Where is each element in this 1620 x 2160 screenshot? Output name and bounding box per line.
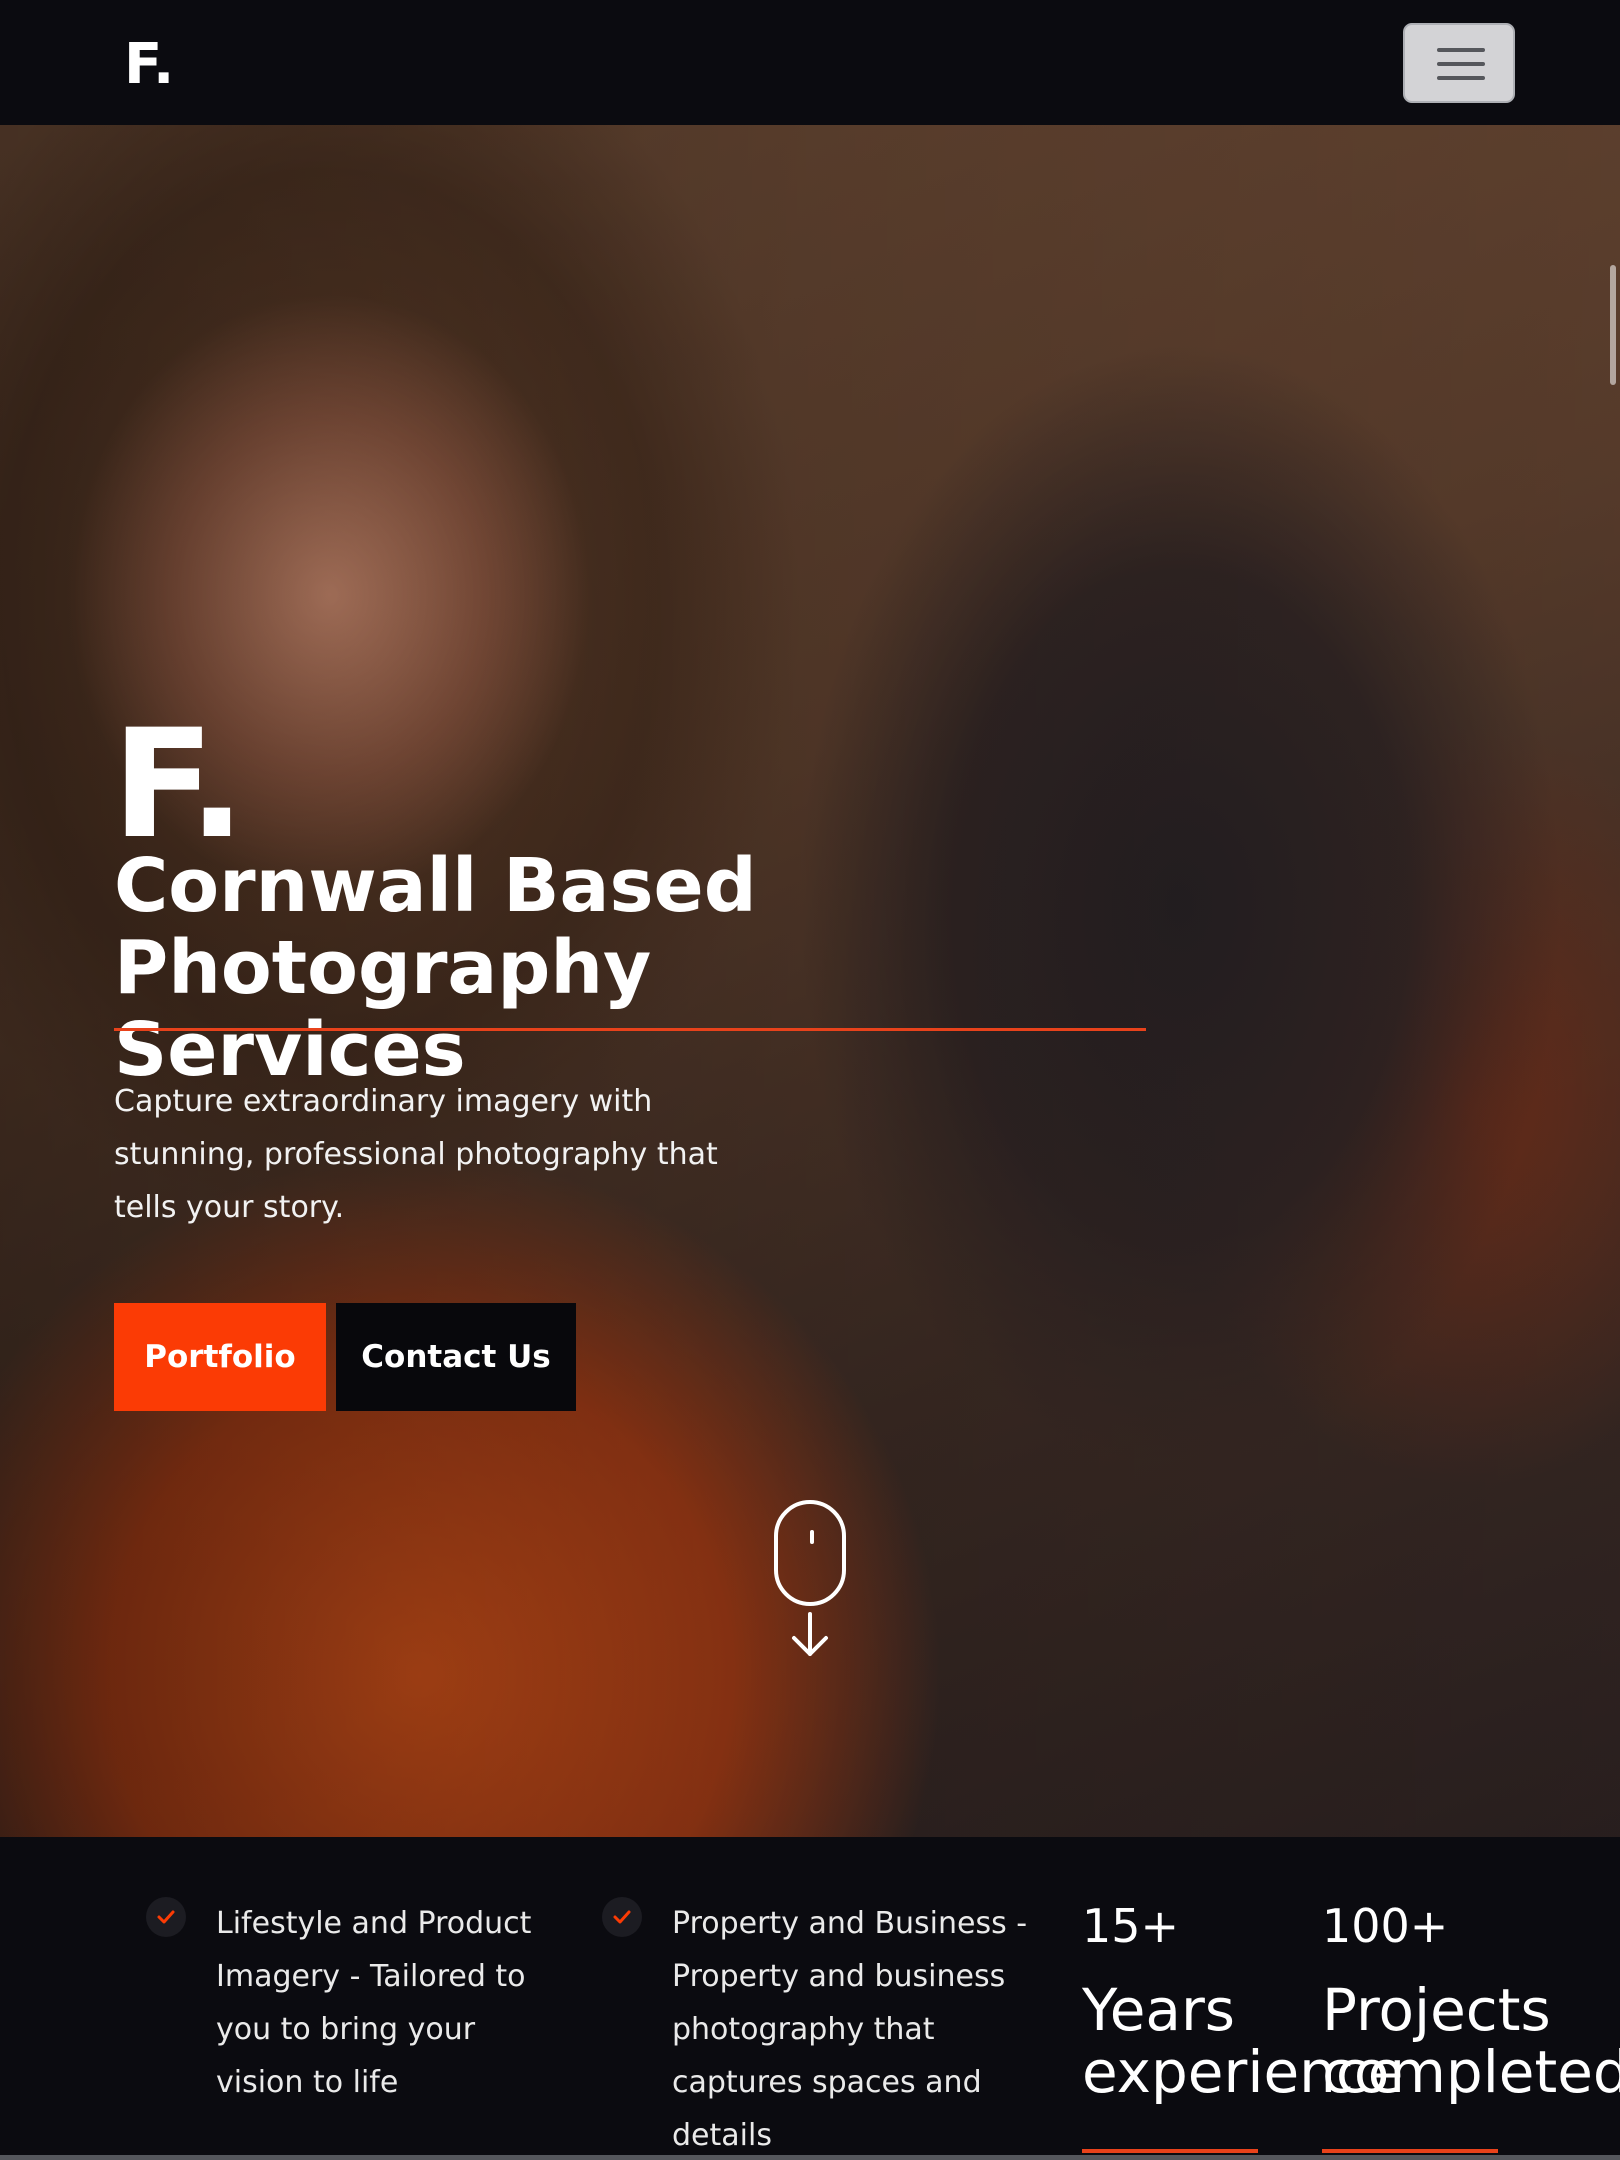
check-icon [602,1897,642,1937]
check-icon [146,1897,186,1937]
hamburger-menu-icon [1437,48,1485,52]
hamburger-menu-icon [1437,76,1485,80]
scrollbar[interactable] [1610,265,1616,385]
stat-years: 15+ Years experience [1082,1897,1404,2106]
menu-toggle-button[interactable] [1403,23,1515,103]
horizontal-scrollbar[interactable] [0,2155,1620,2160]
arrow-down-icon [792,1612,828,1656]
mouse-wheel [810,1530,814,1544]
feature-text: Lifestyle and Product Imagery - Tailored… [216,1906,532,2100]
hero-divider [114,1028,1146,1031]
stat-underline [1082,2149,1258,2153]
contact-us-button[interactable]: Contact Us [336,1303,576,1411]
mouse-scroll-icon[interactable] [774,1500,846,1606]
hamburger-menu-icon [1437,62,1485,66]
stat-number: 100+ [1322,1899,1449,1953]
portfolio-button[interactable]: Portfolio [114,1303,326,1411]
feature-text: Property and Business - Property and bus… [672,1906,1028,2153]
navbar: F. [0,0,1620,125]
stat-projects: 100+ Projects completed [1322,1897,1620,2106]
stat-number: 15+ [1082,1899,1180,1953]
features-strip: Lifestyle and Product Imagery - Tailored… [0,1837,1620,2160]
stat-label: Projects completed [1322,1975,1620,2106]
stat-underline [1322,2149,1498,2153]
brand-logo[interactable]: F. [124,32,174,97]
stat-label: Years experience [1082,1975,1404,2106]
hero-subtitle: Capture extraordinary imagery with stunn… [114,1084,718,1225]
hero-title: Cornwall Based Photography Services [114,843,757,1093]
hero-logo: F. [112,698,245,872]
